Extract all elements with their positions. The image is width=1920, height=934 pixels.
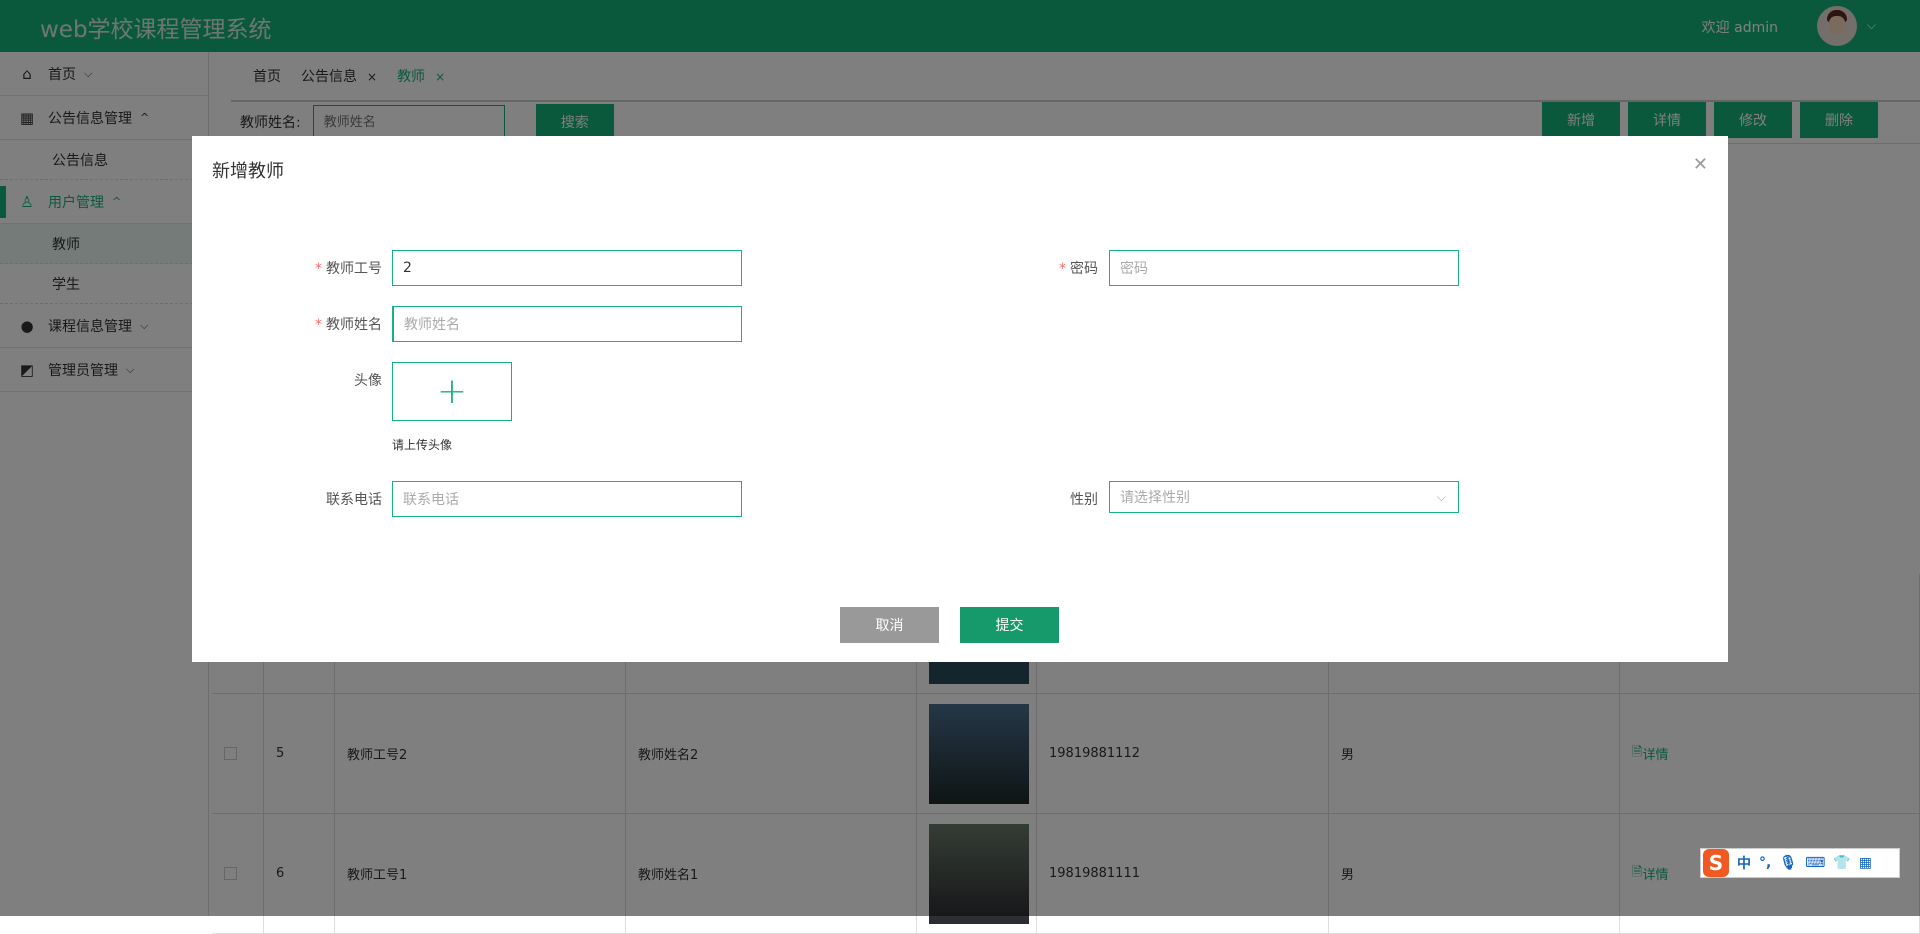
phone-input[interactable]: 联系电话 [392,481,742,517]
phone-label: 联系电话 [326,492,382,508]
teacher-name-label: * 教师姓名 [315,317,382,333]
gender-label: 性别 [1070,492,1098,508]
teacher-id-input[interactable]: 2 [392,250,742,286]
avatar-label: 头像 [354,373,382,389]
avatar-hint: 请上传头像 [392,438,453,452]
ime-mode[interactable]: 中 [1737,853,1751,873]
avatar-upload-button[interactable]: + [392,362,512,421]
chevron-down-icon: ⌵ [1436,489,1446,504]
plus-icon: + [436,371,468,412]
ime-toolbar[interactable]: S 中 °, 🎙 ⌨ 👕 ▦ [1700,848,1900,878]
gender-select-value: 请选择性别 [1120,490,1190,506]
microphone-icon[interactable]: 🎙 [1779,855,1797,871]
keyboard-icon[interactable]: ⌨ [1805,855,1825,871]
add-teacher-dialog: 新增教师 ✕ * 教师工号 2 * 密码 密码 * 教师姓名 教师姓名 头像 + 请上… [192,136,1728,662]
punctuation-icon[interactable]: °, [1759,855,1771,871]
submit-button[interactable]: 提交 [960,607,1059,643]
teacher-name-input[interactable]: 教师姓名 [392,306,742,342]
teacher-id-label: * 教师工号 [315,261,382,277]
close-icon[interactable]: ✕ [1693,154,1708,175]
password-label: * 密码 [1059,261,1098,277]
dialog-title: 新增教师 [212,161,284,182]
sogou-logo-icon: S [1703,849,1729,877]
toolbox-icon[interactable]: ▦ [1859,855,1872,871]
gender-select[interactable]: 请选择性别 ⌵ [1109,481,1459,513]
cancel-button[interactable]: 取消 [840,607,939,643]
skin-icon[interactable]: 👕 [1833,855,1850,871]
password-input[interactable]: 密码 [1109,250,1459,286]
